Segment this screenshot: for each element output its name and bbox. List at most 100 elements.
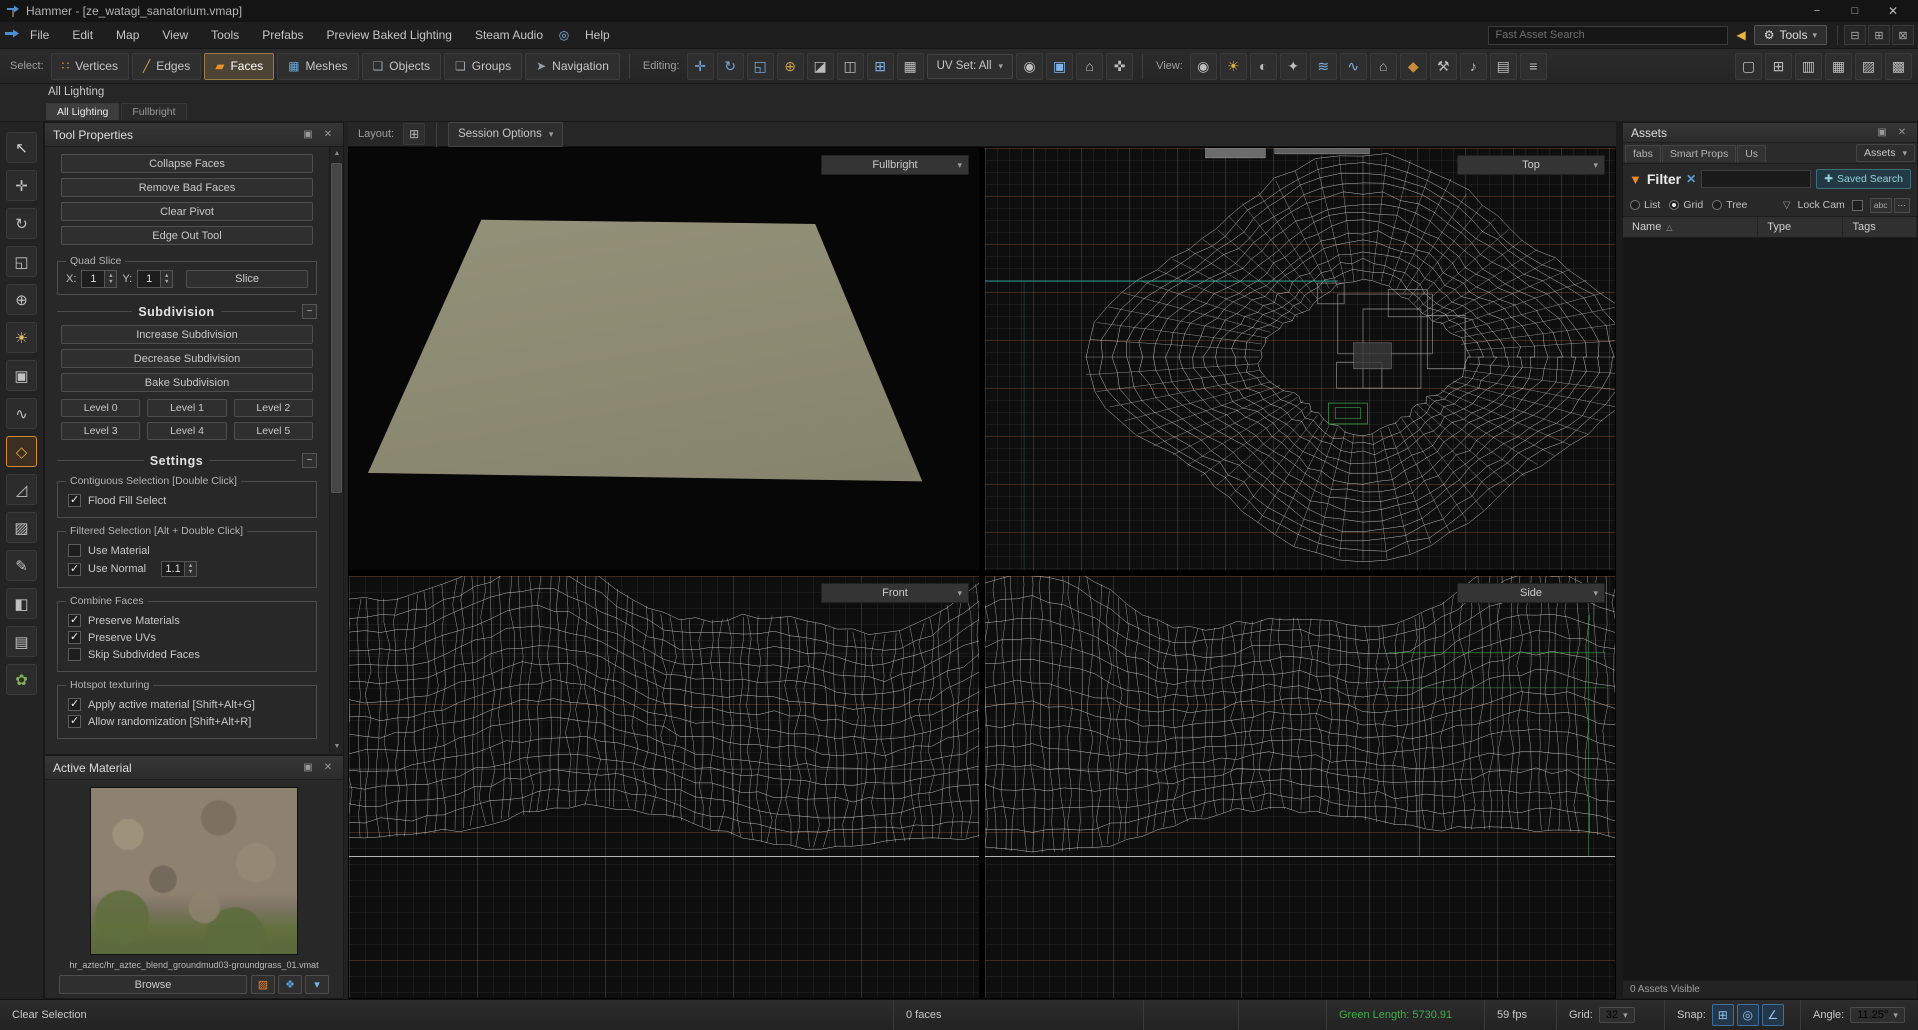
- viewport-3d[interactable]: Fullbright ▾: [348, 147, 980, 571]
- foliage-tool[interactable]: ✿: [6, 664, 37, 695]
- audio-view-icon[interactable]: ♪: [1460, 53, 1487, 80]
- viewport-side-mode-dropdown[interactable]: Side ▾: [1457, 583, 1605, 603]
- snap-rotation-toggle[interactable]: ∠: [1762, 1004, 1784, 1026]
- level-5-button[interactable]: Level 5: [234, 422, 313, 440]
- preserve-materials-checkbox[interactable]: Preserve Materials: [68, 614, 306, 627]
- close-icon[interactable]: ✕: [321, 129, 335, 140]
- snap-vertex-toggle[interactable]: ◎: [1737, 1004, 1759, 1026]
- maximize-button[interactable]: □: [1836, 0, 1874, 22]
- texture-lock-icon[interactable]: ▨: [1855, 53, 1882, 80]
- camera-view-icon[interactable]: ◉: [1190, 53, 1217, 80]
- scroll-down-icon[interactable]: ▼: [330, 740, 344, 754]
- tools-view-icon[interactable]: ⚒: [1430, 53, 1457, 80]
- session-options-dropdown[interactable]: Session Options ▾: [448, 122, 563, 147]
- minimize-button[interactable]: −: [1798, 0, 1836, 22]
- move-tool[interactable]: ✛: [6, 170, 37, 201]
- viewport-top[interactable]: Top ▾: [984, 147, 1616, 571]
- angle-snap-dropdown[interactable]: 11.25°▾: [1850, 1007, 1905, 1023]
- menu-view[interactable]: View: [152, 23, 198, 47]
- scroll-up-icon[interactable]: ▲: [330, 147, 344, 161]
- menu-prefabs[interactable]: Prefabs: [252, 23, 313, 47]
- viewport-3d-mode-dropdown[interactable]: Fullbright ▾: [821, 155, 969, 175]
- snap-grid-toggle[interactable]: ⊞: [1712, 1004, 1734, 1026]
- entity-tool[interactable]: ⊕: [6, 284, 37, 315]
- particles-view-icon[interactable]: ✦: [1280, 53, 1307, 80]
- stepper-arrows[interactable]: ▲▼: [185, 561, 197, 577]
- quad-layout-icon[interactable]: ⊞: [403, 123, 425, 145]
- level-4-button[interactable]: Level 4: [147, 422, 226, 440]
- clip-tool-icon[interactable]: ◪: [807, 53, 834, 80]
- assign-material-icon[interactable]: ▨: [251, 975, 275, 994]
- material-editor-icon[interactable]: ❖: [278, 975, 302, 994]
- assets-header[interactable]: Assets ▣ ✕: [1623, 123, 1917, 143]
- select-objects-button[interactable]: ❑Objects: [362, 53, 441, 80]
- pin-icon[interactable]: ▣: [301, 762, 315, 773]
- select-meshes-button[interactable]: ▦Meshes: [277, 53, 358, 80]
- assets-tab-smart-props[interactable]: Smart Props: [1662, 145, 1736, 162]
- clear-filter-icon[interactable]: ✕: [1686, 172, 1696, 186]
- level-0-button[interactable]: Level 0: [61, 399, 140, 417]
- path-tool[interactable]: ∿: [6, 398, 37, 429]
- tab-fullbright[interactable]: Fullbright: [121, 103, 186, 120]
- pin-icon[interactable]: ▣: [1875, 127, 1889, 138]
- preserve-uvs-checkbox[interactable]: Preserve UVs: [68, 631, 306, 644]
- physics-sim-icon[interactable]: ◉: [1016, 53, 1043, 80]
- active-material-header[interactable]: Active Material ▣ ✕: [45, 756, 343, 780]
- checkbox-box[interactable]: [68, 563, 81, 576]
- column-name[interactable]: Name△: [1623, 217, 1758, 237]
- select-edges-button[interactable]: ╱Edges: [132, 53, 201, 80]
- mirror-tool-icon[interactable]: ◫: [837, 53, 864, 80]
- water-view-icon[interactable]: ∿: [1340, 53, 1367, 80]
- stats-view-icon[interactable]: ≡: [1520, 53, 1547, 80]
- level-3-button[interactable]: Level 3: [61, 422, 140, 440]
- translate-tool-icon[interactable]: ✛: [687, 53, 714, 80]
- menu-file[interactable]: File: [20, 23, 59, 47]
- material-preview-thumbnail[interactable]: [90, 787, 298, 955]
- abc-sort-button[interactable]: abc: [1870, 198, 1892, 213]
- decrease-subdivision-button[interactable]: Decrease Subdivision: [61, 349, 313, 368]
- quad-layout-icon[interactable]: ⊞: [1765, 53, 1792, 80]
- menu-map[interactable]: Map: [106, 23, 149, 47]
- columns-layout-icon[interactable]: ▦: [1825, 53, 1852, 80]
- select-faces-button[interactable]: ▰Faces: [204, 53, 274, 80]
- asset-collection-dropdown[interactable]: Assets ▾: [1856, 144, 1915, 162]
- scale-tool-icon[interactable]: ◱: [747, 53, 774, 80]
- apply-active-material-checkbox[interactable]: Apply active material [Shift+Alt+G]: [68, 698, 306, 711]
- block-tool[interactable]: ▣: [6, 360, 37, 391]
- overlay-view-icon[interactable]: ▤: [1490, 53, 1517, 80]
- edge-out-tool-button[interactable]: Edge Out Tool: [61, 226, 313, 245]
- lighting-view-icon[interactable]: ☀: [1220, 53, 1247, 80]
- entities-view-icon[interactable]: ◆: [1400, 53, 1427, 80]
- camera-path-icon[interactable]: ⌂: [1076, 53, 1103, 80]
- scale-tool[interactable]: ◱: [6, 246, 37, 277]
- blend-tool[interactable]: ◧: [6, 588, 37, 619]
- viewport-front-mode-dropdown[interactable]: Front ▾: [821, 583, 969, 603]
- checkbox-box[interactable]: [68, 614, 81, 627]
- props-view-icon[interactable]: ⌂: [1370, 53, 1397, 80]
- collapse-section-button[interactable]: −: [302, 304, 317, 319]
- rotate-tool-icon[interactable]: ↻: [717, 53, 744, 80]
- material-tool[interactable]: ✎: [6, 550, 37, 581]
- checkbox-box[interactable]: [68, 494, 81, 507]
- speaker-icon[interactable]: ◀: [1736, 28, 1745, 42]
- clear-pivot-button[interactable]: Clear Pivot: [61, 202, 313, 221]
- terrain-tool[interactable]: ◿: [6, 474, 37, 505]
- use-normal-checkbox[interactable]: Use Normal 1.1 ▲▼: [68, 561, 306, 577]
- viewport-side[interactable]: Side ▾: [984, 575, 1616, 999]
- gamepad-icon[interactable]: ▣: [1046, 53, 1073, 80]
- checkbox-box[interactable]: [68, 631, 81, 644]
- tool-properties-scrollbar[interactable]: ▲ ▼: [329, 147, 343, 754]
- level-1-button[interactable]: Level 1: [147, 399, 226, 417]
- level-2-button[interactable]: Level 2: [234, 399, 313, 417]
- use-material-checkbox[interactable]: Use Material: [68, 544, 306, 557]
- view-mode-grid[interactable]: Grid: [1669, 199, 1703, 211]
- select-groups-button[interactable]: ❏Groups: [444, 53, 522, 80]
- close-icon[interactable]: ✕: [321, 762, 335, 773]
- saved-search-button[interactable]: ✚ Saved Search: [1816, 169, 1911, 189]
- checkbox-box[interactable]: [68, 544, 81, 557]
- shadows-view-icon[interactable]: ◐: [1250, 53, 1277, 80]
- menu-steam-audio[interactable]: Steam Audio: [465, 23, 553, 47]
- tool-properties-header[interactable]: Tool Properties ▣ ✕: [45, 123, 343, 147]
- checkbox-box[interactable]: [68, 698, 81, 711]
- checkbox-box[interactable]: [68, 715, 81, 728]
